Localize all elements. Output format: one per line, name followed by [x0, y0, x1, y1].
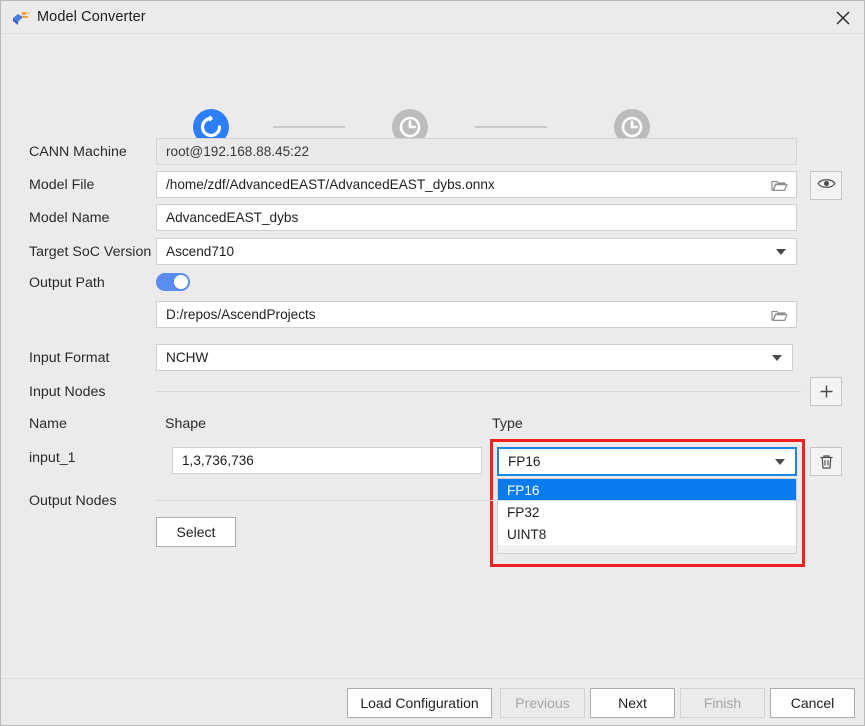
target-soc-version-value: Ascend710	[166, 244, 235, 259]
dropdown-option-fp32[interactable]: FP32	[498, 501, 796, 523]
close-icon[interactable]	[820, 1, 864, 34]
input-nodes-divider	[156, 391, 801, 392]
label-input-format: Input Format	[29, 350, 110, 366]
chevron-down-icon	[775, 458, 785, 465]
input-node-type-value: FP16	[508, 454, 541, 469]
column-header-type: Type	[492, 416, 523, 432]
step-connector-1	[273, 126, 345, 128]
step-connector-2	[475, 126, 547, 128]
output-nodes-divider	[156, 500, 801, 501]
next-button[interactable]: Next	[590, 688, 675, 718]
previous-button: Previous	[500, 688, 585, 718]
label-model-file: Model File	[29, 177, 95, 193]
column-header-name: Name	[29, 416, 67, 432]
input-node-name-value: input_1	[29, 450, 76, 466]
plus-icon	[820, 385, 832, 398]
input-node-shape-field[interactable]: 1,3,736,736	[172, 447, 482, 474]
cann-machine-value: root@192.168.88.45:22	[166, 144, 310, 159]
delete-input-node-button[interactable]	[810, 447, 842, 476]
target-soc-version-select[interactable]: Ascend710	[156, 238, 797, 265]
label-output-path: Output Path	[29, 275, 105, 291]
preview-model-button[interactable]	[810, 171, 842, 200]
model-file-field[interactable]: /home/zdf/AdvancedEAST/AdvancedEAST_dybs…	[156, 171, 797, 198]
input-format-value: NCHW	[166, 350, 209, 365]
output-path-field[interactable]: D:/repos/AscendProjects	[156, 301, 797, 328]
folder-icon[interactable]	[771, 308, 788, 322]
toggle-knob	[174, 275, 188, 289]
select-output-nodes-button[interactable]: Select	[156, 517, 236, 547]
input-node-type-select[interactable]: FP16	[497, 447, 797, 476]
dropdown-option-fp16[interactable]: FP16	[498, 479, 796, 501]
input-format-select[interactable]: NCHW	[156, 344, 793, 371]
chevron-down-icon	[776, 248, 786, 255]
model-file-value: /home/zdf/AdvancedEAST/AdvancedEAST_dybs…	[166, 177, 495, 192]
model-name-field[interactable]: AdvancedEAST_dybs	[156, 204, 797, 231]
trash-icon	[820, 454, 832, 469]
folder-icon[interactable]	[771, 178, 788, 192]
label-cann-machine: CANN Machine	[29, 144, 127, 160]
column-header-shape: Shape	[165, 416, 207, 432]
chevron-down-icon	[772, 354, 782, 361]
output-path-value: D:/repos/AscendProjects	[166, 307, 316, 322]
load-configuration-button[interactable]: Load Configuration	[347, 688, 492, 718]
model-converter-window: Model Converter Model Information	[0, 0, 865, 726]
dropdown-option-uint8[interactable]: UINT8	[498, 523, 796, 545]
input-node-type-dropdown-list[interactable]: FP16 FP32 UINT8	[497, 478, 797, 554]
finish-button: Finish	[680, 688, 765, 718]
label-model-name: Model Name	[29, 210, 110, 226]
section-label-output-nodes: Output Nodes	[29, 493, 117, 509]
input-node-shape-value: 1,3,736,736	[182, 453, 254, 468]
cann-machine-field: root@192.168.88.45:22	[156, 138, 797, 165]
label-target-soc-version: Target SoC Version	[29, 244, 152, 260]
section-label-input-nodes: Input Nodes	[29, 384, 106, 400]
output-path-toggle[interactable]	[156, 273, 190, 291]
title-bar: Model Converter	[1, 1, 864, 34]
model-name-value: AdvancedEAST_dybs	[166, 210, 299, 225]
cancel-button[interactable]: Cancel	[770, 688, 855, 718]
eye-icon	[816, 177, 836, 195]
wizard-stepper: Model Information Data Pre-Processing Ad…	[1, 51, 864, 165]
model-converter-icon	[11, 9, 31, 27]
window-title: Model Converter	[37, 9, 146, 25]
add-input-node-button[interactable]	[810, 377, 842, 406]
footer-divider	[1, 678, 864, 679]
